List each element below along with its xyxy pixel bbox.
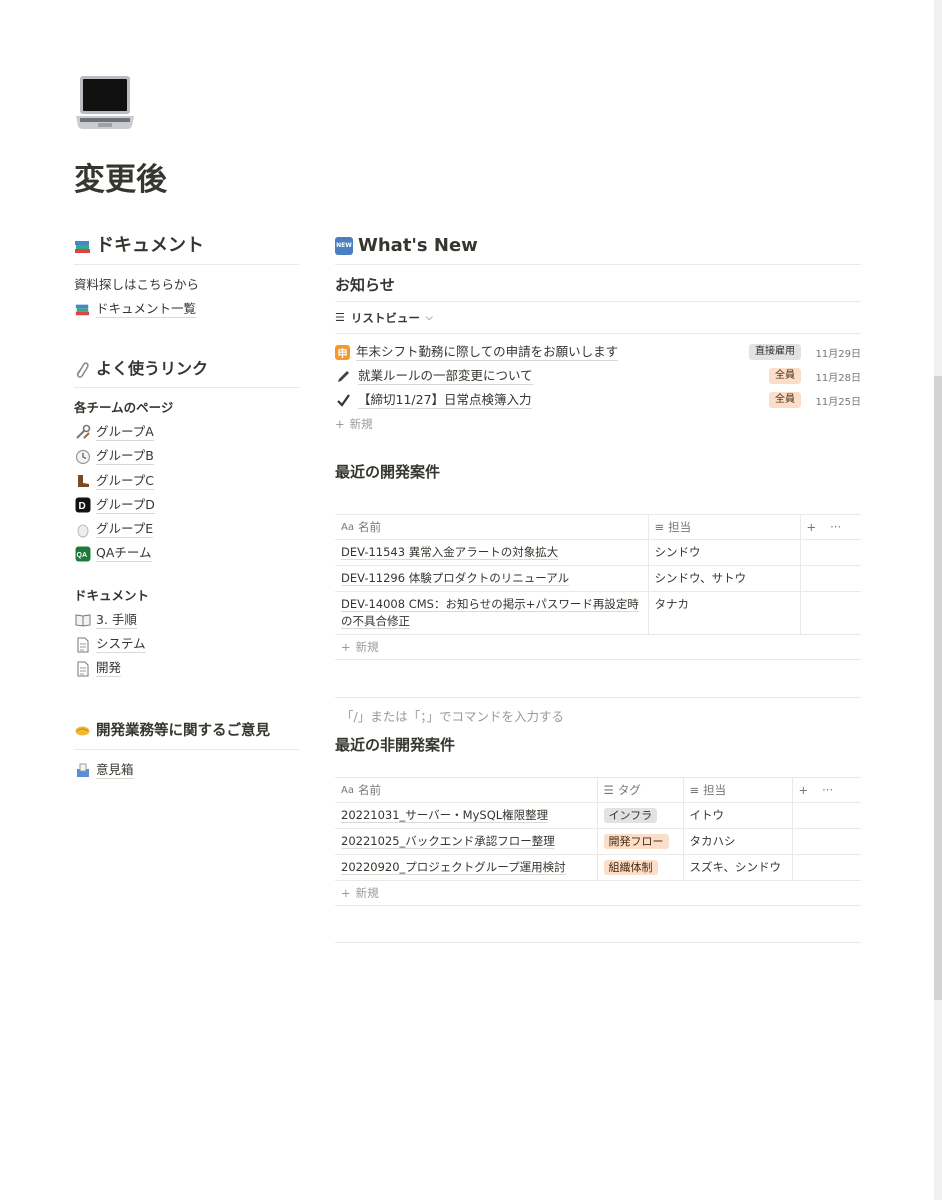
page-title: 変更後 [74,162,167,198]
table-header-row: Aa 名前 ≡ 担当 + ··· [335,514,861,540]
notice-date: 11月25日 [815,396,861,408]
notice-tag: 全員 [769,368,801,384]
scroll-thumb[interactable] [934,376,942,1000]
tools-icon [74,424,91,441]
plus-icon: + [335,417,345,431]
list-view-switcher[interactable]: ☰ リストビュー ⌵ [335,302,861,334]
team-link-a[interactable]: グループA [74,420,299,444]
doc-link-procedure[interactable]: 3. 手順 [74,608,299,632]
col-name-header[interactable]: Aa 名前 [335,514,649,540]
table-row[interactable]: 20221025_バックエンド承認フロー整理 開発フロー タカハシ [335,828,861,855]
col-actions-header: + ··· [792,777,861,803]
notice-new-button[interactable]: + 新規 [335,412,861,436]
notice-date: 11月29日 [815,348,861,360]
text-lines-icon: ≡ [689,783,700,797]
right-column: NEW What's New お知らせ ☰ リストビュー ⌵ 申 年末シフト勤務… [335,232,861,943]
left-column: ドキュメント 資料探しはこちらから ドキュメント一覧 よく使うリンク 各チームの… [74,232,299,782]
page-icon [74,636,91,653]
table-row[interactable]: 20221031_サーバー・MySQL権限整理 インフラ イトウ [335,802,861,829]
row-tag: 開発フロー [603,834,669,849]
pen-icon [335,368,352,385]
row-tag: 組織体制 [603,860,658,875]
books-icon [74,238,91,255]
notice-item[interactable]: 【締切11/27】日常点検簿入力 全員 11月25日 [335,388,861,412]
nondev-heading: 最近の非開発案件 [335,736,456,754]
links-docs-heading: ドキュメント [74,588,150,604]
laptop-icon[interactable] [74,72,136,134]
egg-icon [74,521,91,538]
notice-date: 11月28日 [815,372,861,384]
docs-list-link[interactable]: ドキュメント一覧 [74,297,299,321]
col-owner-header[interactable]: ≡ 担当 [648,514,801,540]
team-link-e[interactable]: グループE [74,517,299,541]
more-icon[interactable]: ··· [830,520,841,534]
nondev-table: Aa 名前 ☰ タグ ≡ 担当 + ··· 20221031_サーバー・MySQL権限整… [335,777,861,881]
teams-heading: 各チームのページ [74,400,174,416]
clock-icon [74,448,91,465]
divider [335,906,861,943]
list-icon: ☰ [603,783,614,797]
col-actions-header: + ··· [800,514,861,540]
team-link-c[interactable]: グループC [74,469,299,493]
shin-badge-icon: 申 [335,344,350,360]
svg-text:D: D [78,501,85,512]
command-hint[interactable]: 「/」または「；」でコマンドを入力する [335,697,861,733]
qa-badge-icon: QA [74,545,91,562]
svg-text:QA: QA [76,552,87,559]
table-header-row: Aa 名前 ☰ タグ ≡ 担当 + ··· [335,777,861,803]
d-badge-icon: D [74,497,91,514]
team-link-b[interactable]: グループB [74,445,299,469]
more-icon[interactable]: ··· [822,783,833,797]
notices-heading: お知らせ [335,273,861,302]
chevron-down-icon: ⌵ [425,312,433,323]
plus-icon: + [341,640,351,654]
docs-heading: ドキュメント [74,232,299,265]
plus-icon: + [341,886,351,900]
feedback-heading: 開発業務等に関するご意見 [74,717,299,750]
feedback-box-link[interactable]: 意見箱 [74,758,299,782]
table-row[interactable]: 20220920_プロジェクトグループ運用検討 組織体制 スズキ、シンドウ [335,854,861,881]
text-type-icon: Aa [341,784,354,796]
add-column-icon[interactable]: + [807,520,817,534]
col-name-header[interactable]: Aa 名前 [335,777,598,803]
doc-link-system[interactable]: システム [74,632,299,656]
page-icon [74,660,91,677]
table-row[interactable]: DEV-11296 体験プロダクトのリニューアル シンドウ、サトウ [335,565,861,592]
add-column-icon[interactable]: + [799,783,809,797]
table-row[interactable]: DEV-11543 異常入金アラートの対象拡大 シンドウ [335,539,861,566]
nondev-new-button[interactable]: + 新規 [335,881,861,906]
text-type-icon: Aa [341,521,354,533]
notice-item[interactable]: 申 年末シフト勤務に際しての申請をお願いします 直接雇用 11月29日 [335,340,861,364]
row-tag: インフラ [603,808,658,823]
boot-icon [74,473,91,490]
scrollbar[interactable] [934,0,942,1200]
ballot-box-icon [74,762,91,779]
book-icon [74,612,91,629]
handshake-icon [74,722,91,739]
check-icon [335,392,352,409]
notice-tag: 直接雇用 [749,344,801,360]
dev-new-button[interactable]: + 新規 [335,635,861,660]
books-icon [74,301,91,318]
notice-item[interactable]: 就業ルールの一部変更について 全員 11月28日 [335,364,861,388]
col-owner-header[interactable]: ≡ 担当 [683,777,793,803]
new-badge-icon: NEW [335,237,353,255]
text-lines-icon: ≡ [654,520,665,534]
col-tag-header[interactable]: ☰ タグ [597,777,684,803]
docs-intro: 資料探しはこちらから [74,277,200,292]
team-link-qa[interactable]: QA QAチーム [74,542,299,566]
table-row[interactable]: DEV-14008 CMS：お知らせの掲示+パスワード再設定時の不具合修正 タナ… [335,591,861,635]
notice-tag: 全員 [769,392,801,408]
doc-link-dev[interactable]: 開発 [74,657,299,681]
dev-heading: 最近の開発案件 [335,463,441,481]
links-heading: よく使うリンク [74,355,299,389]
whatsnew-heading: NEW What's New [335,232,861,265]
paperclip-icon [74,361,91,378]
list-icon: ☰ [335,311,345,324]
docs-list-link-label: ドキュメント一覧 [96,300,197,318]
dev-table: Aa 名前 ≡ 担当 + ··· DEV-11543 異常入金アラートの対象拡大 シン… [335,514,861,635]
team-link-d[interactable]: D グループD [74,493,299,517]
